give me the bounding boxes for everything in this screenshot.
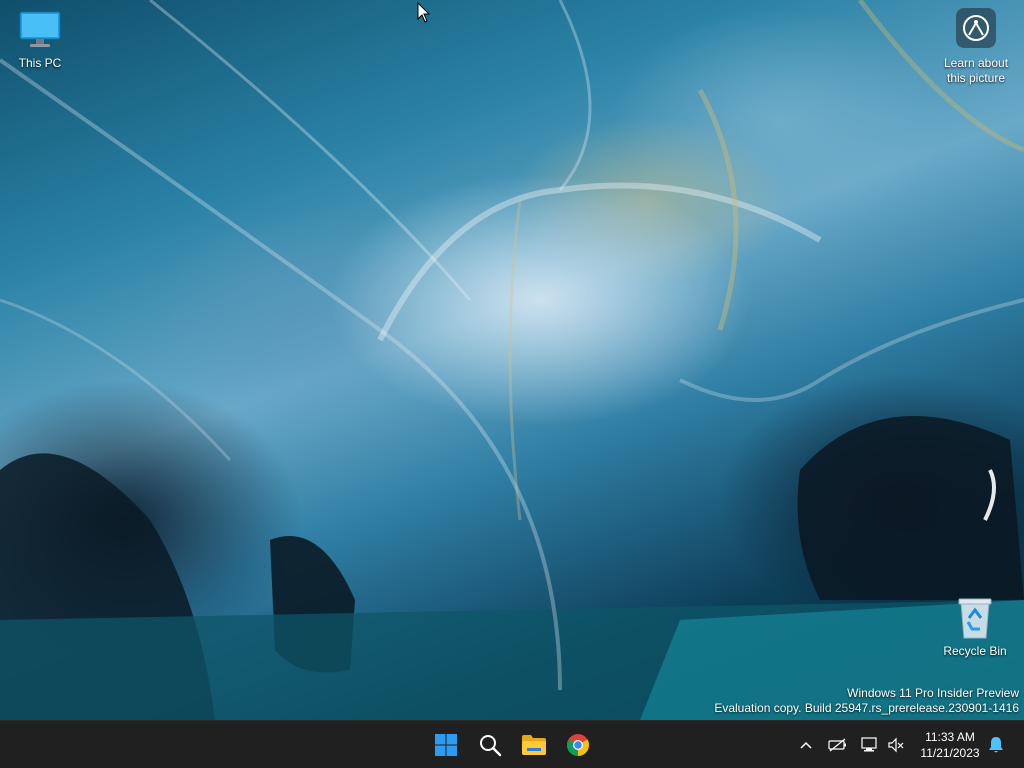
computer-monitor-icon (16, 6, 64, 54)
recycle-bin-shortcut[interactable]: Recycle Bin (937, 594, 1013, 659)
clock-date: 11/21/2023 (920, 746, 980, 760)
start-button[interactable] (426, 725, 466, 765)
notifications-button[interactable] (986, 729, 1006, 761)
taskbar: 11:33 AM 11/21/2023 (0, 720, 1024, 768)
learn-about-picture-label: Learn about this picture (943, 56, 1009, 85)
search-icon (480, 735, 502, 757)
file-explorer-button[interactable] (514, 725, 554, 765)
watermark-build: Evaluation copy. Build 25947.rs_prerelea… (714, 701, 1019, 715)
clock-button[interactable]: 11:33 AM 11/21/2023 (912, 729, 988, 761)
windows-logo-icon (435, 734, 457, 756)
volume-button[interactable] (886, 729, 906, 761)
show-hidden-icons-button[interactable] (796, 729, 816, 761)
chrome-button[interactable] (558, 725, 598, 765)
evaluation-watermark: Windows 11 Pro Insider Preview Evaluatio… (714, 686, 1019, 716)
clock-time: 11:33 AM (925, 730, 975, 744)
recycle-bin-label: Recycle Bin (943, 644, 1007, 658)
folder-icon (522, 735, 546, 755)
watermark-edition: Windows 11 Pro Insider Preview (847, 686, 1019, 700)
network-status-button[interactable] (858, 729, 882, 761)
mouse-cursor-icon (417, 1, 431, 29)
battery-icon (828, 738, 846, 752)
chevron-up-icon (800, 741, 812, 749)
this-pc-label: This PC (18, 56, 62, 70)
volume-muted-icon (888, 737, 904, 753)
desktop-wallpaper[interactable] (0, 0, 1024, 720)
learn-about-picture-icon (956, 8, 996, 48)
battery-status-button[interactable] (826, 729, 850, 761)
recycle-bin-icon (951, 594, 999, 642)
learn-about-picture-shortcut[interactable]: Learn about this picture (936, 8, 1016, 86)
wallpaper-art (0, 0, 1024, 720)
network-icon (861, 737, 877, 752)
bell-icon (989, 737, 1003, 753)
this-pc-shortcut[interactable]: This PC (2, 6, 78, 71)
search-button[interactable] (470, 725, 510, 765)
chrome-icon (567, 734, 589, 756)
